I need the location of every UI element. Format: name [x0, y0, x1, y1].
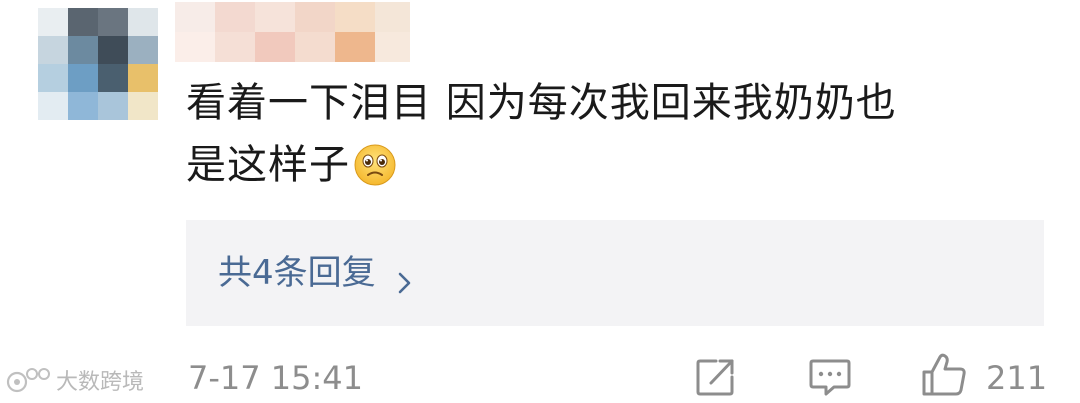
view-replies-link[interactable]: 共4条回复 — [218, 250, 414, 296]
avatar[interactable] — [38, 8, 158, 120]
watermark: 大数跨境 — [6, 364, 144, 396]
comment-icon — [809, 359, 851, 396]
share-icon — [696, 359, 734, 396]
username[interactable] — [175, 2, 410, 62]
replies-panel: 共4条回复 — [186, 220, 1044, 326]
comment-text: 看着一下泪目 因为每次我回来我奶奶也 是这样子 — [186, 72, 1046, 196]
like-count: 211 — [986, 359, 1048, 397]
like-button[interactable] — [920, 352, 968, 402]
thumbs-up-icon — [922, 353, 966, 396]
watermark-text: 大数跨境 — [56, 370, 145, 395]
reply-comment-button[interactable] — [808, 356, 852, 402]
timestamp: 7-17 15:41 — [188, 359, 364, 397]
comment-line-2: 是这样子 — [186, 134, 1046, 196]
crying-face-emoji-icon — [354, 142, 396, 186]
chevron-right-icon — [396, 261, 414, 294]
comment-line-2-text: 是这样子 — [186, 142, 350, 188]
comment-line-1: 看着一下泪目 因为每次我回来我奶奶也 — [186, 80, 897, 126]
share-button[interactable] — [694, 356, 738, 402]
replies-label: 共4条回复 — [218, 253, 376, 293]
comment-footer: 大数跨境 7-17 15:41 211 — [0, 350, 1080, 403]
watermark-logo-icon — [6, 368, 50, 393]
